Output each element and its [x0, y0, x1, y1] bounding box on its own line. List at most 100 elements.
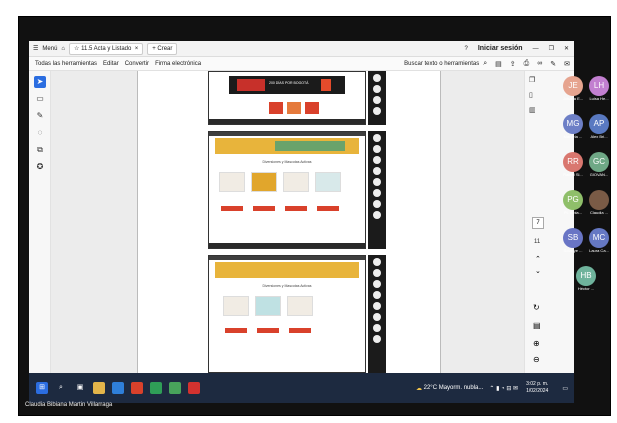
page-total: 11 — [534, 239, 541, 245]
participant-tile[interactable]: AP Alex Bri... — [585, 114, 613, 139]
excel-icon[interactable] — [150, 382, 162, 394]
participant-name: Laura Ca... — [589, 248, 609, 253]
avatar: HB — [576, 266, 596, 286]
file-explorer-icon[interactable] — [93, 382, 105, 394]
participant-name: GIOVAN... — [589, 172, 609, 177]
participant-tile[interactable]: LH Luisa He... — [585, 76, 613, 101]
scroll-up-icon[interactable]: ⌃ — [535, 255, 541, 263]
menu-all-tools[interactable]: Todas las herramientas — [35, 61, 97, 67]
participant-tile[interactable]: Claudia ... — [585, 190, 613, 215]
participant-tile[interactable]: MC Laura Ca... — [585, 228, 613, 253]
search-icon[interactable]: ⌕ — [483, 60, 487, 68]
home-icon[interactable]: ⌂ — [61, 46, 65, 52]
save-icon[interactable]: ▤ — [495, 60, 502, 68]
acrobat-icon[interactable] — [188, 382, 200, 394]
weather-icon: ☁ — [415, 385, 422, 392]
tab-title: 11.5 Acta y Listado — [81, 45, 132, 52]
pdf-page: 200 DÍAS POR BOGOTÁ Diversiones y Mascot… — [137, 71, 441, 373]
text-select-icon[interactable]: ⧉ — [34, 144, 46, 156]
comment-icon[interactable]: ▭ — [34, 93, 46, 105]
refresh-icon[interactable]: ↻ — [533, 303, 540, 312]
office-icon[interactable] — [131, 382, 143, 394]
avatar — [589, 190, 609, 210]
zoom-out-icon[interactable]: ⊖ — [533, 355, 540, 364]
signin-button[interactable]: Iniciar sesión — [478, 45, 523, 52]
avatar: SB — [563, 228, 583, 248]
participant-name: Solanye ... — [563, 248, 583, 253]
banner: 200 DÍAS POR BOGOTÁ — [229, 76, 345, 94]
screenshot-3: Diversiones y Mascotas Activas — [208, 255, 366, 373]
lasso-icon[interactable]: ◌ — [34, 127, 46, 139]
video-controls — [209, 243, 365, 248]
avatar: LH — [589, 76, 609, 96]
tray-icons[interactable]: ⌃ ▮ ◔ ⊟ ✉ — [489, 385, 518, 392]
participant-name: Pi. Bibia... — [563, 210, 582, 215]
start-icon[interactable]: ⊞ — [36, 382, 48, 394]
pen-icon[interactable]: ✎ — [550, 60, 556, 68]
upload-icon[interactable]: ⇪ — [510, 60, 516, 68]
document-area: 200 DÍAS POR BOGOTÁ Diversiones y Mascot… — [51, 71, 545, 403]
stamp-icon[interactable]: ✪ — [34, 161, 46, 173]
help-icon[interactable]: ? — [464, 46, 467, 52]
meeting-window: ☰ Menú ⌂ ☆ 11.5 Acta y Listado × + Crear… — [18, 16, 611, 416]
tab-acta-listado[interactable]: ☆ 11.5 Acta y Listado × — [69, 42, 144, 55]
weather-widget[interactable]: ☁ 22°C Mayorm. nubla... — [416, 385, 483, 392]
participant-name: Rafael Sl... — [563, 172, 583, 177]
screenshot-1: 200 DÍAS POR BOGOTÁ — [208, 71, 366, 125]
participant-tile[interactable]: MG Marcela ... — [559, 114, 587, 139]
participant-tile[interactable]: PG Pi. Bibia... — [559, 190, 587, 215]
clock-date: 1/02/2024 — [526, 388, 549, 394]
scroll-down-icon[interactable]: ⌄ — [535, 267, 541, 275]
pen-tool-icon[interactable]: ✎ — [34, 110, 46, 122]
participant-tile[interactable]: JE Johana E... — [559, 76, 587, 101]
edge-icon[interactable] — [112, 382, 124, 394]
minimize-button[interactable]: — — [533, 46, 539, 52]
screenshot-2: Diversiones y Mascotas Activas — [208, 131, 366, 249]
task-view-icon[interactable]: ▣ — [74, 382, 86, 394]
participant-panel: JE Johana E... LH Luisa He... MG Marcela ... A… — [559, 76, 609, 356]
new-tab-button[interactable]: + Crear — [147, 42, 178, 55]
browser-tab-bar: ☰ Menú ⌂ ☆ 11.5 Acta y Listado × + Crear… — [29, 41, 574, 57]
menu-edit[interactable]: Editar — [103, 61, 119, 67]
participant-tile[interactable]: HB Héctor ... — [572, 266, 600, 291]
participant-tile[interactable]: RR Rafael Sl... — [559, 152, 587, 177]
video-controls — [209, 119, 365, 124]
participant-name: Marcela ... — [563, 134, 583, 139]
cursor-icon[interactable]: ➤ — [34, 76, 46, 88]
menu-convert[interactable]: Convertir — [125, 61, 149, 67]
notification-icon[interactable]: ▭ — [562, 385, 568, 392]
avatar: GC — [589, 152, 609, 172]
zoom-in-icon[interactable]: ⊕ — [533, 339, 540, 348]
participant-name: Luisa He... — [589, 96, 609, 101]
maximize-button[interactable]: ❐ — [549, 45, 554, 52]
app-toolbar: Todas las herramientas Editar Convertir … — [29, 57, 574, 71]
mail-icon[interactable]: ✉ — [564, 60, 570, 68]
participant-name: Alex Bri... — [590, 134, 608, 139]
menu-esign[interactable]: Firma electrónica — [155, 61, 201, 67]
participant-tile[interactable]: SB Solanye ... — [559, 228, 587, 253]
search-tools-label[interactable]: Buscar texto o herramientas — [404, 61, 479, 67]
hero-banner — [215, 138, 359, 154]
close-window-button[interactable]: ✕ — [564, 45, 569, 52]
participant-tile[interactable]: GC GIOVAN... — [585, 152, 613, 177]
search-taskbar-icon[interactable]: ⌕ — [55, 382, 67, 394]
menu-label[interactable]: Menú — [42, 46, 57, 52]
participant-name: Héctor ... — [577, 286, 595, 291]
section-title: Diversiones y Mascotas Activas — [262, 284, 312, 288]
emoji-column — [368, 255, 386, 373]
section-title: Diversiones y Mascotas Activas — [262, 160, 312, 164]
weather-text: 22°C Mayorm. nubla... — [423, 385, 484, 391]
page-number-box[interactable]: 7 — [532, 217, 544, 229]
clock[interactable]: 3:02 p. m. 1/02/2024 — [526, 381, 548, 395]
avatar: AP — [589, 114, 609, 134]
tab-close-icon[interactable]: × — [135, 46, 139, 52]
link-icon[interactable]: ∞ — [537, 60, 542, 67]
emoji-column — [368, 131, 386, 249]
print-icon[interactable]: ⎙ — [524, 60, 530, 68]
banner-text: 200 DÍAS POR BOGOTÁ — [269, 81, 309, 85]
document-icon[interactable]: ▤ — [533, 321, 541, 330]
avatar: MG — [563, 114, 583, 134]
chrome-icon[interactable] — [169, 382, 181, 394]
menu-icon[interactable]: ☰ — [33, 45, 38, 52]
avatar: MC — [589, 228, 609, 248]
